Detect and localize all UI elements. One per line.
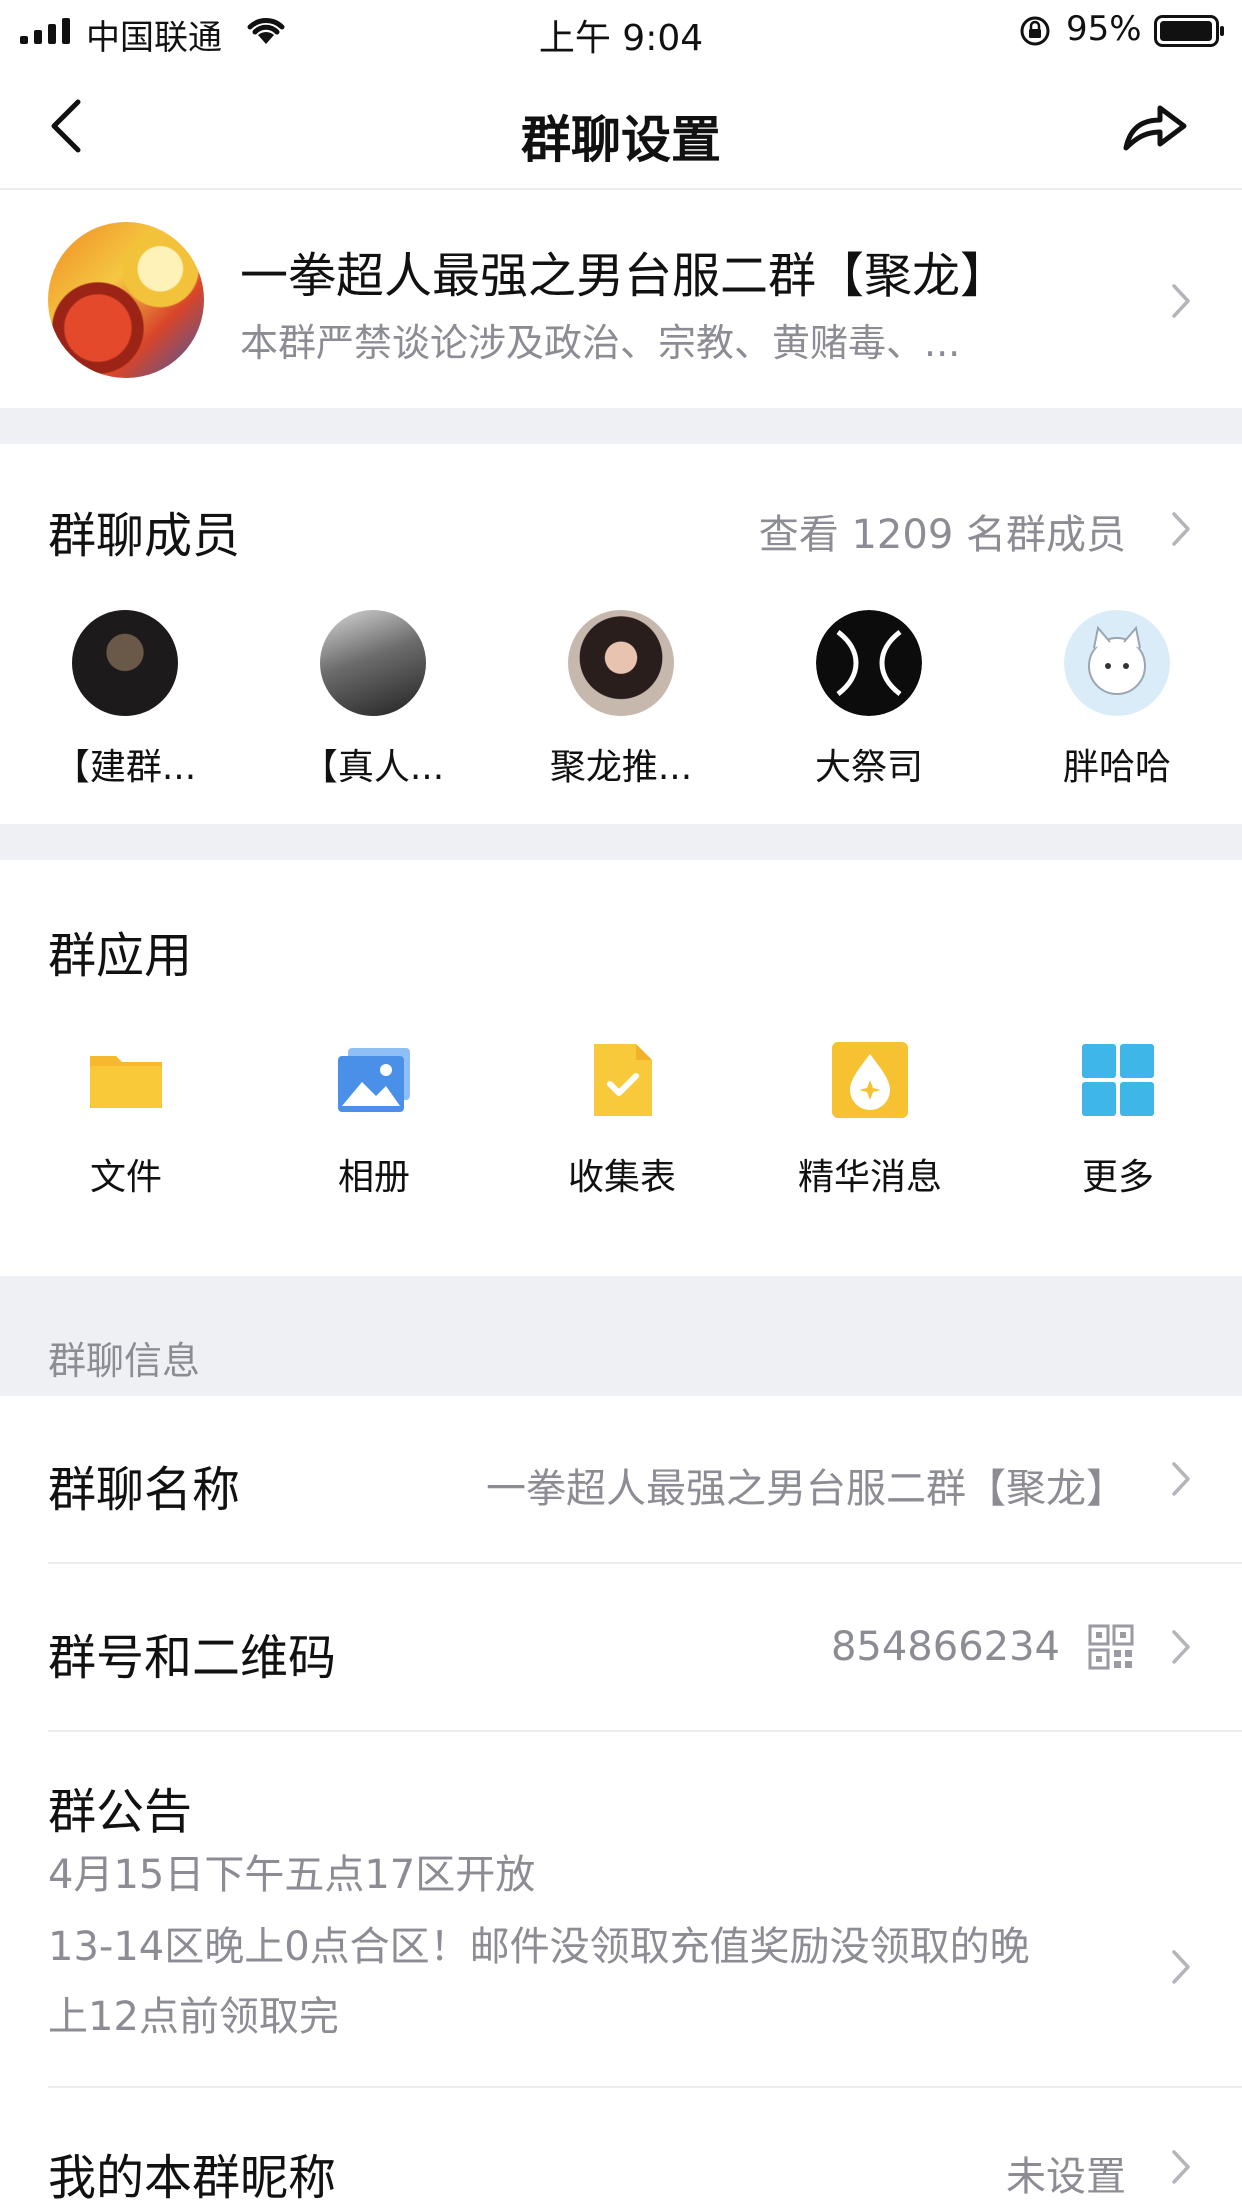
group-profile-row[interactable]: 一拳超人最强之男台服二群【聚龙】 本群严禁谈论涉及政治、宗教、黄赌毒、...	[0, 192, 1242, 408]
battery-icon	[1154, 15, 1224, 47]
member-avatar	[568, 610, 674, 716]
grid-icon	[1082, 1044, 1154, 1116]
chevron-right-icon	[1172, 2150, 1190, 2184]
app-label: 精华消息	[797, 1157, 942, 1198]
chevron-right-icon	[1172, 1630, 1190, 1664]
view-all-members-link[interactable]: 查看 1209 名群成员	[759, 502, 1126, 560]
app-label: 文件	[89, 1157, 162, 1198]
member-avatar	[320, 610, 426, 716]
chevron-right-icon	[1172, 284, 1190, 318]
section-gap	[0, 824, 1242, 860]
member-item[interactable]: 【真人...	[268, 610, 478, 790]
my-nickname-row[interactable]: 我的本群昵称 未设置	[0, 2088, 1242, 2208]
album-icon	[338, 1048, 410, 1112]
member-name: 胖哈哈	[1062, 747, 1171, 788]
group-name: 一拳超人最强之男台服二群【聚龙】	[240, 248, 1009, 304]
group-description: 本群严禁谈论涉及政治、宗教、黄赌毒、...	[240, 321, 961, 365]
row-label: 我的本群昵称	[48, 2150, 337, 2206]
app-form[interactable]: 收集表	[512, 1040, 732, 1200]
member-item[interactable]: 胖哈哈	[1012, 610, 1222, 790]
apps-title: 群应用	[48, 928, 193, 984]
members-title: 群聊成员	[48, 508, 241, 564]
member-item[interactable]: 【建群...	[20, 610, 230, 790]
app-label: 更多	[1081, 1157, 1154, 1198]
row-label: 群号和二维码	[48, 1630, 337, 1686]
member-item[interactable]: 聚龙推...	[516, 610, 726, 790]
qr-code-icon	[1088, 1624, 1134, 1670]
status-time: 上午 9:04	[538, 18, 704, 59]
row-label: 群聊名称	[48, 1462, 241, 1518]
member-avatar	[1064, 610, 1170, 716]
member-name: 聚龙推...	[549, 747, 693, 788]
rotation-lock-icon	[1020, 16, 1050, 46]
section-gap	[0, 408, 1242, 444]
battery-percent: 95%	[1066, 9, 1142, 49]
group-number-row[interactable]: 群号和二维码 854866234	[0, 1564, 1242, 1730]
row-label: 群公告	[48, 1784, 193, 1840]
row-value: 一拳超人最强之男台服二群【聚龙】	[486, 1466, 1126, 1512]
share-icon[interactable]	[1120, 98, 1190, 154]
member-item[interactable]: 大祭司	[764, 610, 974, 790]
folder-icon	[90, 1056, 162, 1108]
chevron-right-icon	[1172, 1462, 1190, 1496]
app-label: 相册	[337, 1157, 410, 1198]
section-label: 群聊信息	[48, 1339, 201, 1383]
row-value: 未设置	[1006, 2154, 1126, 2200]
member-avatar	[72, 610, 178, 716]
member-avatar	[816, 610, 922, 716]
app-more[interactable]: 更多	[1008, 1040, 1228, 1200]
member-name: 【真人...	[301, 747, 445, 788]
app-label: 收集表	[567, 1157, 676, 1198]
page-title: 群聊设置	[521, 111, 721, 169]
chevron-right-icon	[1172, 1950, 1190, 1984]
app-essence[interactable]: 精华消息	[760, 1040, 980, 1200]
app-album[interactable]: 相册	[264, 1040, 484, 1200]
notice-line: 13-14区晚上0点合区！邮件没领取充值奖励没领取的晚	[48, 1924, 1030, 1970]
member-name: 【建群...	[53, 747, 197, 788]
nav-bar: 群聊设置	[0, 62, 1242, 190]
form-icon	[594, 1044, 652, 1116]
group-notice-row[interactable]: 群公告 4月15日下午五点17区开放 13-14区晚上0点合区！邮件没领取充值奖…	[0, 1732, 1242, 2086]
notice-line: 上12点前领取完	[48, 1994, 339, 2040]
chevron-right-icon[interactable]	[1170, 510, 1192, 548]
status-bar: 中国联通 上午 9:04 95%	[0, 0, 1242, 62]
member-name: 大祭司	[814, 747, 923, 788]
group-avatar	[48, 222, 204, 378]
group-number: 854866234	[830, 1624, 1060, 1670]
essence-icon	[832, 1042, 908, 1118]
notice-line: 4月15日下午五点17区开放	[48, 1852, 536, 1898]
app-files[interactable]: 文件	[16, 1040, 236, 1200]
group-name-row[interactable]: 群聊名称 一拳超人最强之男台服二群【聚龙】	[0, 1396, 1242, 1562]
